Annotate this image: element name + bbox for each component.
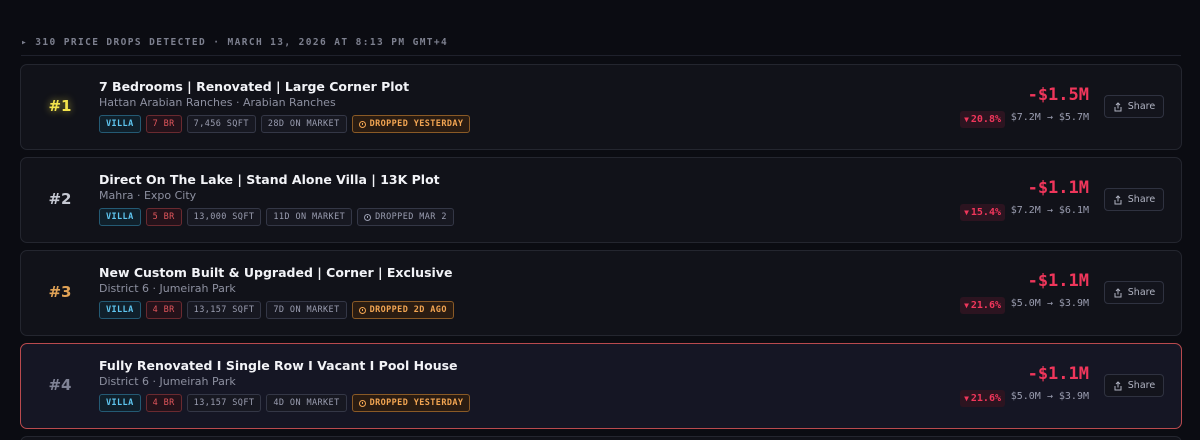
listing-location: Mahra · Expo City bbox=[99, 189, 197, 202]
property-type-tag: VILLA bbox=[99, 115, 141, 133]
listing-card-3[interactable]: #3 New Custom Built & Upgraded | Corner … bbox=[20, 250, 1182, 336]
listing-tags: VILLA 7 BR 7,456 SQFT 28D ON MARKET DROP… bbox=[99, 115, 471, 133]
rank-badge: #4 bbox=[48, 376, 72, 394]
bedrooms-tag: 4 BR bbox=[145, 394, 182, 412]
percent-drop-value: 20.8% bbox=[970, 114, 1001, 125]
clock-icon bbox=[364, 213, 372, 221]
percent-drop-value: 21.6% bbox=[970, 393, 1001, 404]
sqft-tag: 7,456 SQFT bbox=[186, 115, 256, 133]
dropped-date-label: DROPPED 2D AGO bbox=[369, 305, 447, 315]
dropped-date-tag: DROPPED YESTERDAY bbox=[351, 115, 471, 133]
percent-drop-badge: ▼ 21.6% bbox=[960, 390, 1005, 407]
percent-drop-badge: ▼ 15.4% bbox=[960, 204, 1005, 221]
bedrooms-tag: 5 BR bbox=[145, 208, 182, 226]
listing-card-1[interactable]: #1 7 Bedrooms | Renovated | Large Corner… bbox=[20, 64, 1182, 150]
days-on-market-tag: 28D ON MARKET bbox=[260, 115, 347, 133]
listing-location: Hattan Arabian Ranches · Arabian Ranches bbox=[99, 96, 336, 109]
header-divider bbox=[21, 55, 1181, 56]
listing-card-5-partial[interactable] bbox=[20, 436, 1182, 440]
dropped-date-label: DROPPED YESTERDAY bbox=[369, 119, 464, 129]
percent-drop-value: 15.4% bbox=[970, 207, 1001, 218]
listing-location: District 6 · Jumeirah Park bbox=[99, 375, 236, 388]
sqft-tag: 13,000 SQFT bbox=[186, 208, 262, 226]
clock-icon bbox=[358, 306, 366, 314]
days-on-market-tag: 11D ON MARKET bbox=[266, 208, 353, 226]
days-on-market-tag: 7D ON MARKET bbox=[266, 301, 347, 319]
price-from-to: $5.0M → $3.9M bbox=[1010, 391, 1089, 402]
percent-drop-badge: ▼ 21.6% bbox=[960, 297, 1005, 314]
dropped-date-label: DROPPED YESTERDAY bbox=[369, 398, 464, 408]
sqft-tag: 13,157 SQFT bbox=[186, 301, 262, 319]
share-label: Share bbox=[1127, 380, 1156, 391]
share-button[interactable]: Share bbox=[1104, 188, 1164, 211]
sqft-tag: 13,157 SQFT bbox=[186, 394, 262, 412]
clock-icon bbox=[358, 120, 366, 128]
listing-title[interactable]: 7 Bedrooms | Renovated | Large Corner Pl… bbox=[99, 79, 409, 94]
down-arrow-icon: ▼ bbox=[964, 394, 969, 403]
days-on-market-tag: 4D ON MARKET bbox=[266, 394, 347, 412]
share-icon bbox=[1114, 287, 1122, 297]
listing-location: District 6 · Jumeirah Park bbox=[99, 282, 236, 295]
price-drop-amount: -$1.1M bbox=[1027, 271, 1089, 291]
price-drop-amount: -$1.1M bbox=[1027, 178, 1089, 198]
share-icon bbox=[1114, 101, 1122, 111]
listing-title[interactable]: Fully Renovated I Single Row I Vacant I … bbox=[99, 358, 458, 373]
price-drops-summary: ▸ 310 PRICE DROPS DETECTED · MARCH 13, 2… bbox=[21, 37, 449, 48]
listing-card-4[interactable]: #4 Fully Renovated I Single Row I Vacant… bbox=[20, 343, 1182, 429]
share-icon bbox=[1114, 380, 1122, 390]
share-label: Share bbox=[1127, 287, 1156, 298]
price-from-to: $5.0M → $3.9M bbox=[1010, 298, 1089, 309]
percent-drop-badge: ▼ 20.8% bbox=[960, 111, 1005, 128]
dropped-date-tag: DROPPED 2D AGO bbox=[351, 301, 454, 319]
bedrooms-tag: 7 BR bbox=[145, 115, 182, 133]
down-arrow-icon: ▼ bbox=[964, 115, 969, 124]
listing-tags: VILLA 5 BR 13,000 SQFT 11D ON MARKET DRO… bbox=[99, 208, 454, 226]
listing-tags: VILLA 4 BR 13,157 SQFT 7D ON MARKET DROP… bbox=[99, 301, 454, 319]
clock-icon bbox=[358, 399, 366, 407]
listing-title[interactable]: Direct On The Lake | Stand Alone Villa |… bbox=[99, 172, 440, 187]
bedrooms-tag: 4 BR bbox=[145, 301, 182, 319]
share-label: Share bbox=[1127, 101, 1156, 112]
price-drop-amount: -$1.5M bbox=[1027, 85, 1089, 105]
rank-badge: #1 bbox=[48, 97, 72, 115]
rank-badge: #3 bbox=[48, 283, 72, 301]
listing-tags: VILLA 4 BR 13,157 SQFT 4D ON MARKET DROP… bbox=[99, 394, 471, 412]
share-label: Share bbox=[1127, 194, 1156, 205]
listing-card-2[interactable]: #2 Direct On The Lake | Stand Alone Vill… bbox=[20, 157, 1182, 243]
share-icon bbox=[1114, 194, 1122, 204]
dropped-date-label: DROPPED MAR 2 bbox=[375, 212, 447, 222]
price-from-to: $7.2M → $6.1M bbox=[1010, 205, 1089, 216]
property-type-tag: VILLA bbox=[99, 208, 141, 226]
dropped-date-tag: DROPPED MAR 2 bbox=[357, 208, 454, 226]
price-from-to: $7.2M → $5.7M bbox=[1010, 112, 1089, 123]
dropped-date-tag: DROPPED YESTERDAY bbox=[351, 394, 471, 412]
down-arrow-icon: ▼ bbox=[964, 301, 969, 310]
price-drop-amount: -$1.1M bbox=[1027, 364, 1089, 384]
property-type-tag: VILLA bbox=[99, 394, 141, 412]
property-type-tag: VILLA bbox=[99, 301, 141, 319]
share-button[interactable]: Share bbox=[1104, 281, 1164, 304]
listing-title[interactable]: New Custom Built & Upgraded | Corner | E… bbox=[99, 265, 452, 280]
percent-drop-value: 21.6% bbox=[970, 300, 1001, 311]
rank-badge: #2 bbox=[48, 190, 72, 208]
share-button[interactable]: Share bbox=[1104, 374, 1164, 397]
share-button[interactable]: Share bbox=[1104, 95, 1164, 118]
down-arrow-icon: ▼ bbox=[964, 208, 969, 217]
